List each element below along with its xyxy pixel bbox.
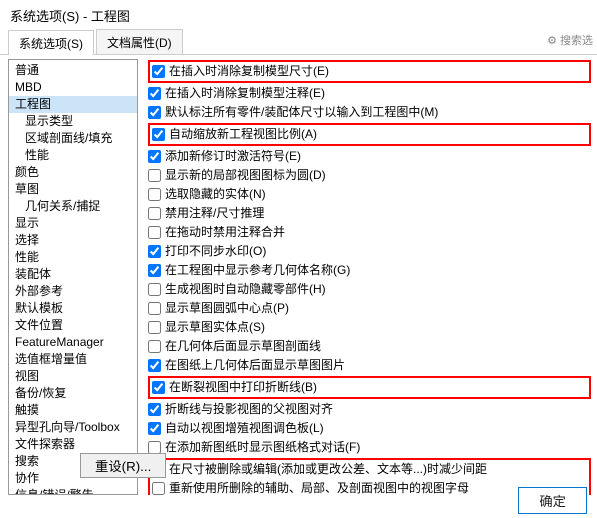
sidebar-item-11[interactable]: 性能 [9,249,137,266]
sidebar-item-15[interactable]: 文件位置 [9,317,137,334]
option-label-19: 在添加新图纸时显示图纸格式对话(F) [165,439,360,456]
sidebar-item-3[interactable]: 显示类型 [9,113,137,130]
option-checkbox-2[interactable] [148,106,161,119]
window-title: 系统选项(S) - 工程图 [0,0,597,29]
sidebar-item-14[interactable]: 默认模板 [9,300,137,317]
sidebar-item-12[interactable]: 装配体 [9,266,137,283]
option-checkbox-14[interactable] [148,340,161,353]
sidebar-item-25[interactable]: 信息/错误/警告 [9,487,137,495]
sidebar-item-19[interactable]: 备份/恢复 [9,385,137,402]
option-row-4: 添加新修订时激活符号(E) [148,147,591,166]
option-row-8: 在拖动时禁用注释合并 [148,223,591,242]
option-checkbox-16[interactable] [152,381,165,394]
option-row-14: 在几何体后面显示草图剖面线 [148,337,591,356]
reset-button[interactable]: 重设(R)... [80,453,166,478]
highlight-box-a: 在插入时消除复制模型尺寸(E) [148,60,591,83]
sidebar-item-0[interactable]: 普通 [9,62,137,79]
option-checkbox-3[interactable] [152,128,165,141]
option-label-2: 默认标注所有零件/装配体尺寸以输入到工程图中(M) [165,104,438,121]
highlight-box-c: 在断裂视图中打印折断线(B) [148,376,591,399]
option-row-13: 显示草图实体点(S) [148,318,591,337]
option-label-12: 显示草图圆弧中心点(P) [165,300,289,317]
option-row-3: 自动缩放新工程视图比例(A) [152,125,587,144]
ok-button[interactable]: 确定 [518,487,587,514]
sidebar-item-10[interactable]: 选择 [9,232,137,249]
tab-bar: 系统选项(S) 文档属性(D) [0,29,597,55]
option-row-5: 显示新的局部视图图标为圆(D) [148,166,591,185]
tab-system-options[interactable]: 系统选项(S) [8,30,94,55]
sidebar-item-16[interactable]: FeatureManager [9,334,137,351]
option-row-12: 显示草图圆弧中心点(P) [148,299,591,318]
sidebar-item-9[interactable]: 显示 [9,215,137,232]
sidebar-item-20[interactable]: 触摸 [9,402,137,419]
option-label-0: 在插入时消除复制模型尺寸(E) [169,63,329,80]
sidebar-item-7[interactable]: 草图 [9,181,137,198]
option-label-20: 在尺寸被删除或编辑(添加或更改公差、文本等...)时减少间距 [169,461,487,478]
sidebar-item-21[interactable]: 异型孔向导/Toolbox [9,419,137,436]
option-checkbox-13[interactable] [148,321,161,334]
sidebar-item-18[interactable]: 视图 [9,368,137,385]
option-checkbox-10[interactable] [148,264,161,277]
option-row-1: 在插入时消除复制模型注释(E) [148,84,591,103]
sidebar-item-22[interactable]: 文件探索器 [9,436,137,453]
option-label-11: 生成视图时自动隐藏零部件(H) [165,281,326,298]
option-checkbox-6[interactable] [148,188,161,201]
option-row-7: 禁用注释/尺寸推理 [148,204,591,223]
option-label-5: 显示新的局部视图图标为圆(D) [165,167,326,184]
option-label-16: 在断裂视图中打印折断线(B) [169,379,317,396]
option-row-10: 在工程图中显示参考几何体名称(G) [148,261,591,280]
option-row-0: 在插入时消除复制模型尺寸(E) [152,62,587,81]
option-label-17: 折断线与投影视图的父视图对齐 [165,401,333,418]
option-label-8: 在拖动时禁用注释合并 [165,224,285,241]
option-label-4: 添加新修订时激活符号(E) [165,148,301,165]
sidebar-item-17[interactable]: 选值框增量值 [9,351,137,368]
option-label-1: 在插入时消除复制模型注释(E) [165,85,325,102]
tab-doc-properties[interactable]: 文档属性(D) [96,29,183,54]
sidebar-item-13[interactable]: 外部参考 [9,283,137,300]
options-panel: 在插入时消除复制模型尺寸(E) 在插入时消除复制模型注释(E) 默认标注所有零件/装… [138,55,597,495]
option-label-3: 自动缩放新工程视图比例(A) [169,126,317,143]
option-row-17: 折断线与投影视图的父视图对齐 [148,400,591,419]
option-checkbox-0[interactable] [152,65,165,78]
option-row-15: 在图纸上几何体后面显示草图图片 [148,356,591,375]
option-row-19: 在添加新图纸时显示图纸格式对话(F) [148,438,591,457]
option-checkbox-5[interactable] [148,169,161,182]
option-row-6: 选取隐藏的实体(N) [148,185,591,204]
highlight-box-b: 自动缩放新工程视图比例(A) [148,123,591,146]
option-row-9: 打印不同步水印(O) [148,242,591,261]
search-hint[interactable]: 搜索选 [547,32,593,48]
option-label-14: 在几何体后面显示草图剖面线 [165,338,321,355]
option-label-10: 在工程图中显示参考几何体名称(G) [165,262,350,279]
option-checkbox-11[interactable] [148,283,161,296]
option-checkbox-4[interactable] [148,150,161,163]
sidebar-item-4[interactable]: 区域剖面线/填充 [9,130,137,147]
option-row-2: 默认标注所有零件/装配体尺寸以输入到工程图中(M) [148,103,591,122]
option-checkbox-8[interactable] [148,226,161,239]
option-checkbox-17[interactable] [148,403,161,416]
option-checkbox-7[interactable] [148,207,161,220]
option-label-21: 重新使用所删除的辅助、局部、及剖面视图中的视图字母 [169,480,469,495]
option-label-9: 打印不同步水印(O) [165,243,266,260]
option-row-20: 在尺寸被删除或编辑(添加或更改公差、文本等...)时减少间距 [152,460,587,479]
option-checkbox-1[interactable] [148,87,161,100]
option-label-7: 禁用注释/尺寸推理 [165,205,264,222]
sidebar-item-6[interactable]: 颜色 [9,164,137,181]
option-label-15: 在图纸上几何体后面显示草图图片 [165,357,345,374]
option-row-16: 在断裂视图中打印折断线(B) [152,378,587,397]
option-label-13: 显示草图实体点(S) [165,319,265,336]
option-checkbox-15[interactable] [148,359,161,372]
option-row-11: 生成视图时自动隐藏零部件(H) [148,280,591,299]
sidebar-item-1[interactable]: MBD [9,79,137,96]
option-label-18: 自动以视图增殖视图调色板(L) [165,420,324,437]
option-checkbox-18[interactable] [148,422,161,435]
option-checkbox-9[interactable] [148,245,161,258]
sidebar-item-5[interactable]: 性能 [9,147,137,164]
category-tree: 普通MBD工程图显示类型区域剖面线/填充性能颜色草图几何关系/捕捉显示选择性能装… [8,59,138,495]
option-checkbox-12[interactable] [148,302,161,315]
sidebar-item-8[interactable]: 几何关系/捕捉 [9,198,137,215]
option-row-18: 自动以视图增殖视图调色板(L) [148,419,591,438]
option-checkbox-21[interactable] [152,482,165,495]
sidebar-item-2[interactable]: 工程图 [9,96,137,113]
option-label-6: 选取隐藏的实体(N) [165,186,266,203]
